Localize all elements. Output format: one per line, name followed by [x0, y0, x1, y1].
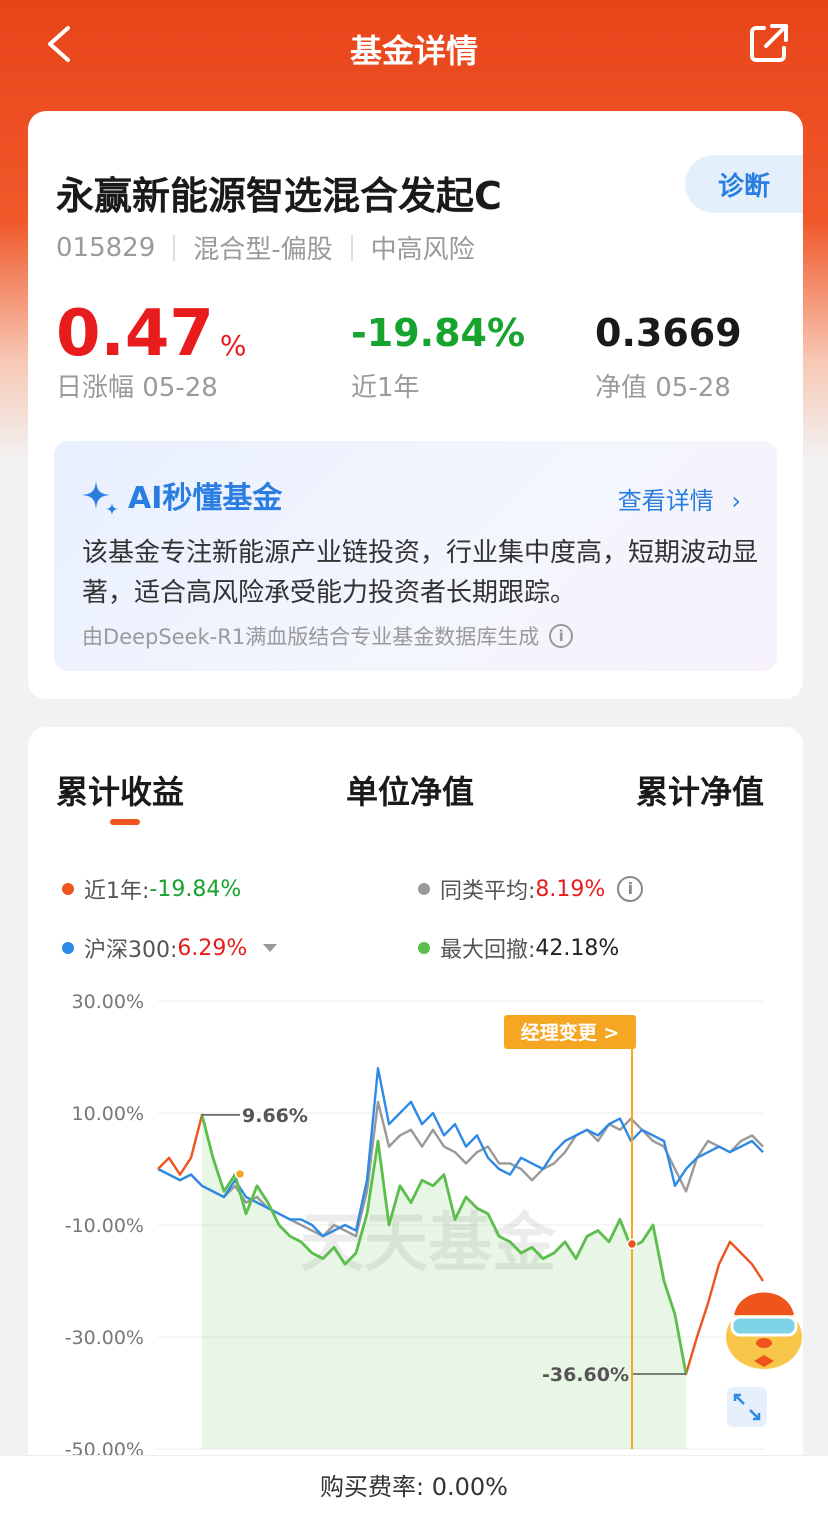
year-change-label: 近1年	[351, 373, 420, 403]
ai-view-details-link[interactable]: 查看详情 ›	[618, 481, 741, 516]
y-tick-label: -30.00%	[65, 1327, 144, 1349]
sparkle-icon	[82, 481, 118, 515]
ai-summary-text: 该基金专注新能源产业链投资，行业集中度高，短期波动显著，适合高风险承受能力投资者…	[82, 538, 759, 608]
trough-label: -36.60%	[542, 1364, 629, 1386]
fund-meta: 015829 混合型-偏股 中高风险	[56, 229, 475, 266]
chevron-right-icon: ›	[731, 487, 741, 515]
y-tick-label: -50.00%	[65, 1439, 144, 1455]
y-axis-ticks: 30.00% 10.00% -10.00% -30.00% -50.00%	[65, 991, 144, 1455]
mascot-chick-icon[interactable]	[720, 1277, 806, 1373]
ai-title: AI秒懂基金	[128, 481, 283, 516]
page-title: 基金详情	[349, 32, 478, 70]
performance-chart-card: 累计收益 单位净值 累计净值 近1年: -19.84% 同类平均: 8.19% …	[28, 727, 803, 1519]
y-tick-label: 10.00%	[72, 1103, 144, 1125]
year-change-value: -19.84%	[351, 311, 526, 355]
ai-summary-box[interactable]: AI秒懂基金 查看详情 › 该基金专注新能源产业链投资，行业集中度高，短期波动显…	[54, 441, 777, 671]
purchase-fee-bar: 购买费率: 0.00%	[0, 1455, 828, 1519]
nav-stat: 0.3669 净值 05-28	[595, 297, 742, 404]
fund-type: 混合型-偏股	[193, 235, 333, 265]
info-icon[interactable]: i	[549, 624, 574, 648]
daily-change-label: 日涨幅 05-28	[56, 373, 218, 403]
fund-risk: 中高风险	[370, 235, 475, 265]
daily-change-value: 0.47	[56, 297, 214, 371]
ai-source-note: 由DeepSeek-R1满血版结合专业基金数据库生成 i	[82, 621, 574, 651]
divider	[350, 234, 353, 261]
cumulative-return-chart[interactable]: 30.00%10.00%-10.00%-30.00%-50.00% 天天基金 9…	[28, 727, 803, 1455]
top-bar: 基金详情	[0, 0, 828, 92]
y-tick-label: 30.00%	[72, 991, 144, 1013]
nav-value: 0.3669	[595, 311, 742, 355]
manager-change-label: 经理变更 >	[521, 1021, 620, 1044]
ai-source-text: 由DeepSeek-R1满血版结合专业基金数据库生成	[82, 625, 540, 649]
nav-label: 净值 05-28	[595, 373, 731, 403]
year-change-stat: -19.84% 近1年	[351, 297, 525, 404]
drawdown-area	[202, 1114, 686, 1449]
divider	[173, 234, 176, 261]
share-icon[interactable]	[748, 22, 790, 64]
ai-more-label: 查看详情	[617, 487, 714, 515]
y-tick-label: -10.00%	[65, 1215, 144, 1237]
daily-change-stat: 0.47 % 日涨幅 05-28	[56, 297, 247, 404]
fund-name: 永赢新能源智选混合发起C	[56, 174, 502, 218]
event-dot	[234, 1168, 246, 1180]
diagnose-button[interactable]: 诊断	[685, 155, 803, 213]
fund-summary-card: 永赢新能源智选混合发起C 诊断 015829 混合型-偏股 中高风险 0.47 …	[28, 111, 803, 699]
daily-change-unit: %	[219, 329, 247, 362]
fund-code: 015829	[56, 232, 156, 263]
manager-change-dot	[626, 1238, 638, 1250]
peak-label: 9.66%	[242, 1105, 308, 1127]
expand-icon[interactable]	[727, 1387, 767, 1427]
